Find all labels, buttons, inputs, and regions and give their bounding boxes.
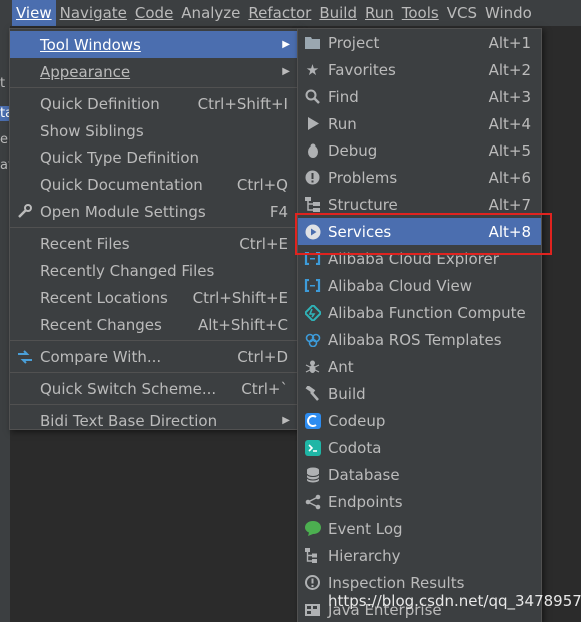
tool-window-project[interactable]: Project Alt+1 bbox=[298, 29, 541, 56]
tool-window-alibaba-function-compute[interactable]: Alibaba Function Compute bbox=[298, 299, 541, 326]
tool-window-event-log[interactable]: Event Log bbox=[298, 515, 541, 542]
ant-icon bbox=[304, 358, 321, 375]
structure-icon bbox=[304, 196, 321, 213]
menu-separator bbox=[10, 340, 298, 341]
menu-item-tool-windows[interactable]: Tool Windows ▶ bbox=[10, 31, 298, 58]
compare-icon bbox=[16, 348, 33, 365]
codota-icon bbox=[304, 439, 321, 456]
menu-vcs[interactable]: VCS bbox=[443, 0, 481, 26]
codeup-icon bbox=[304, 412, 321, 429]
menu-item-quick-documentation[interactable]: Quick Documentation Ctrl+Q bbox=[10, 171, 298, 198]
submenu-arrow-icon: ▶ bbox=[282, 415, 290, 426]
tool-windows-submenu: Project Alt+1 ★ Favorites Alt+2 Find Alt… bbox=[297, 28, 542, 622]
menu-item-recently-changed-files[interactable]: Recently Changed Files bbox=[10, 257, 298, 284]
menu-item-compare-with[interactable]: Compare With... Ctrl+D bbox=[10, 343, 298, 370]
submenu-arrow-icon: ▶ bbox=[282, 66, 290, 77]
menu-run[interactable]: Run bbox=[361, 0, 398, 26]
menu-bar: View Navigate Code Analyze Refactor Buil… bbox=[0, 0, 581, 26]
hammer-icon bbox=[304, 385, 321, 402]
ros-templates-icon bbox=[304, 331, 321, 348]
wrench-icon bbox=[16, 203, 33, 220]
tool-window-services[interactable]: Services Alt+8 bbox=[298, 218, 541, 245]
tool-window-run[interactable]: Run Alt+4 bbox=[298, 110, 541, 137]
menu-item-quick-type-definition[interactable]: Quick Type Definition bbox=[10, 144, 298, 171]
menu-view[interactable]: View bbox=[12, 0, 56, 26]
view-menu: Tool Windows ▶ Appearance ▶ Quick Defini… bbox=[9, 28, 299, 430]
tool-window-structure[interactable]: Structure Alt+7 bbox=[298, 191, 541, 218]
tool-window-endpoints[interactable]: Endpoints bbox=[298, 488, 541, 515]
star-icon: ★ bbox=[305, 60, 320, 79]
menu-refactor[interactable]: Refactor bbox=[244, 0, 315, 26]
tool-window-problems[interactable]: Problems Alt+6 bbox=[298, 164, 541, 191]
bug-icon bbox=[304, 142, 321, 159]
menu-item-show-siblings[interactable]: Show Siblings bbox=[10, 117, 298, 144]
function-compute-icon bbox=[304, 304, 321, 321]
menu-analyze[interactable]: Analyze bbox=[177, 0, 244, 26]
menu-separator bbox=[10, 372, 298, 373]
menu-code[interactable]: Code bbox=[131, 0, 177, 26]
menu-item-appearance[interactable]: Appearance ▶ bbox=[10, 58, 298, 85]
alibaba-cloud-icon bbox=[304, 250, 321, 267]
menu-separator bbox=[10, 87, 298, 88]
menu-navigate[interactable]: Navigate bbox=[56, 0, 131, 26]
tool-window-hierarchy[interactable]: Hierarchy bbox=[298, 542, 541, 569]
menu-item-bidi-text-base-direction[interactable]: Bidi Text Base Direction ▶ bbox=[10, 407, 298, 434]
menu-item-recent-files[interactable]: Recent Files Ctrl+E bbox=[10, 230, 298, 257]
problems-icon bbox=[304, 169, 321, 186]
menu-build[interactable]: Build bbox=[315, 0, 361, 26]
tool-window-build[interactable]: Build bbox=[298, 380, 541, 407]
alibaba-cloud-icon bbox=[304, 277, 321, 294]
watermark-text: https://blog.csdn.net/qq_34789577 bbox=[328, 592, 581, 610]
submenu-arrow-icon: ▶ bbox=[282, 39, 290, 50]
menu-item-quick-switch-scheme[interactable]: Quick Switch Scheme... Ctrl+` bbox=[10, 375, 298, 402]
event-log-icon bbox=[304, 520, 321, 537]
endpoints-icon bbox=[304, 493, 321, 510]
tool-window-alibaba-cloud-view[interactable]: Alibaba Cloud View bbox=[298, 272, 541, 299]
services-icon bbox=[304, 223, 321, 240]
tool-window-debug[interactable]: Debug Alt+5 bbox=[298, 137, 541, 164]
tool-window-database[interactable]: Database bbox=[298, 461, 541, 488]
inspection-icon bbox=[304, 574, 321, 591]
tool-window-alibaba-cloud-explorer[interactable]: Alibaba Cloud Explorer bbox=[298, 245, 541, 272]
java-enterprise-icon bbox=[304, 601, 321, 618]
tool-window-alibaba-ros-templates[interactable]: Alibaba ROS Templates bbox=[298, 326, 541, 353]
tool-window-ant[interactable]: Ant bbox=[298, 353, 541, 380]
tool-window-codota[interactable]: Codota bbox=[298, 434, 541, 461]
menu-tools[interactable]: Tools bbox=[398, 0, 443, 26]
menu-window[interactable]: Windo bbox=[481, 0, 536, 26]
tool-window-codeup[interactable]: Codeup bbox=[298, 407, 541, 434]
menu-separator bbox=[10, 404, 298, 405]
menu-separator bbox=[10, 227, 298, 228]
menu-item-quick-definition[interactable]: Quick Definition Ctrl+Shift+I bbox=[10, 90, 298, 117]
menu-item-recent-locations[interactable]: Recent Locations Ctrl+Shift+E bbox=[10, 284, 298, 311]
tool-window-favorites[interactable]: ★ Favorites Alt+2 bbox=[298, 56, 541, 83]
hierarchy-icon bbox=[304, 547, 321, 564]
editor-area bbox=[540, 64, 581, 622]
folder-icon bbox=[304, 34, 321, 51]
run-icon bbox=[304, 115, 321, 132]
menu-item-recent-changes[interactable]: Recent Changes Alt+Shift+C bbox=[10, 311, 298, 338]
search-icon bbox=[304, 88, 321, 105]
menu-item-open-module-settings[interactable]: Open Module Settings F4 bbox=[10, 198, 298, 225]
tool-window-find[interactable]: Find Alt+3 bbox=[298, 83, 541, 110]
database-icon bbox=[304, 466, 321, 483]
